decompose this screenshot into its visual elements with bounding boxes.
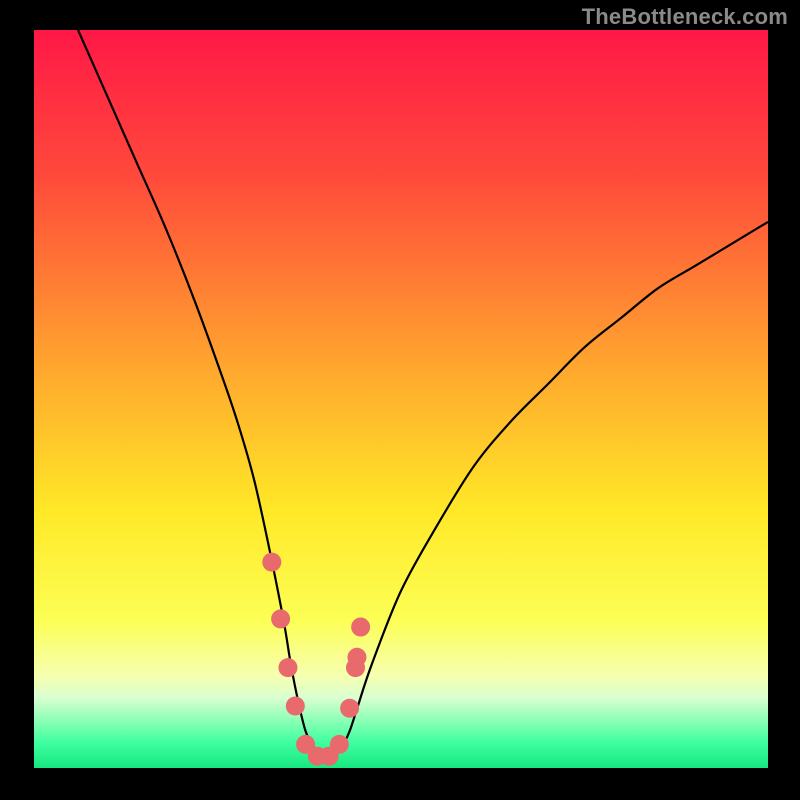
highlight-dot	[347, 648, 366, 667]
chart-frame: TheBottleneck.com	[0, 0, 800, 800]
highlight-dot	[262, 553, 281, 572]
bottleneck-chart	[0, 0, 800, 800]
highlight-dot	[330, 735, 349, 754]
highlight-dot	[278, 658, 297, 677]
gradient-background	[34, 30, 768, 768]
highlight-dot	[351, 618, 370, 637]
highlight-dot	[271, 609, 290, 628]
highlight-dot	[340, 699, 359, 718]
highlight-dot	[286, 697, 305, 716]
